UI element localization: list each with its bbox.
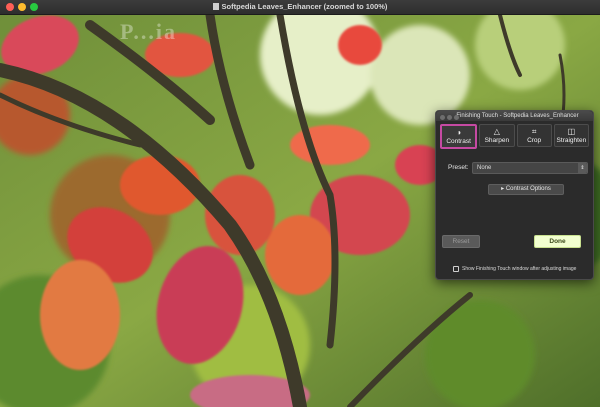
disclosure-triangle-icon: ▸ <box>501 186 505 192</box>
window-titlebar: Softpedia Leaves_Enhancer (zoomed to 100… <box>0 0 600 15</box>
tool-bar: ◑ Contrast △ Sharpen ⌗ Crop ◫ Straighten <box>440 124 589 149</box>
select-arrows-icon: ⇕ <box>578 163 587 173</box>
tool-crop[interactable]: ⌗ Crop <box>516 124 552 147</box>
crop-icon: ⌗ <box>531 126 537 136</box>
contrast-options-button[interactable]: ▸ Contrast Options <box>488 184 564 195</box>
done-button[interactable]: Done <box>534 235 581 248</box>
panel-zoom-button[interactable] <box>454 114 459 120</box>
softpedia-watermark: P...ia <box>120 19 178 44</box>
tool-contrast[interactable]: ◑ Contrast <box>440 124 478 149</box>
straighten-icon: ◫ <box>567 126 576 136</box>
contrast-icon: ◑ <box>456 127 462 137</box>
show-window-checkbox-label[interactable]: Show Finishing Touch window after adjust… <box>462 266 576 272</box>
tool-straighten-label: Straighten <box>556 136 587 144</box>
preset-select[interactable]: None ⇕ <box>472 162 588 174</box>
preset-value: None <box>477 165 492 171</box>
tool-straighten[interactable]: ◫ Straighten <box>553 124 589 147</box>
panel-minimize-button[interactable] <box>447 114 452 120</box>
panel-title: Finishing Touch - Softpedia Leaves_Enhan… <box>456 113 579 119</box>
contrast-options-label: Contrast Options <box>505 186 551 192</box>
tool-crop-label: Crop <box>527 136 542 144</box>
panel-close-button[interactable] <box>440 114 445 120</box>
window-title: Softpedia Leaves_Enhancer (zoomed to 100… <box>0 0 600 14</box>
show-window-checkbox[interactable] <box>453 266 459 272</box>
tool-sharpen[interactable]: △ Sharpen <box>479 124 515 147</box>
tool-sharpen-label: Sharpen <box>484 136 510 144</box>
tool-contrast-label: Contrast <box>446 137 471 145</box>
panel-titlebar: Finishing Touch - Softpedia Leaves_Enhan… <box>436 111 593 121</box>
panel-window-controls <box>440 114 461 124</box>
preset-label: Preset: <box>448 164 469 171</box>
sharpen-icon: △ <box>493 126 500 136</box>
document-icon <box>212 3 219 10</box>
reset-button[interactable]: Reset <box>442 235 480 248</box>
finishing-touch-panel: Finishing Touch - Softpedia Leaves_Enhan… <box>435 110 594 280</box>
window-title-text: Softpedia Leaves_Enhancer (zoomed to 100… <box>221 2 388 11</box>
show-window-option: Show Finishing Touch window after adjust… <box>453 266 576 272</box>
